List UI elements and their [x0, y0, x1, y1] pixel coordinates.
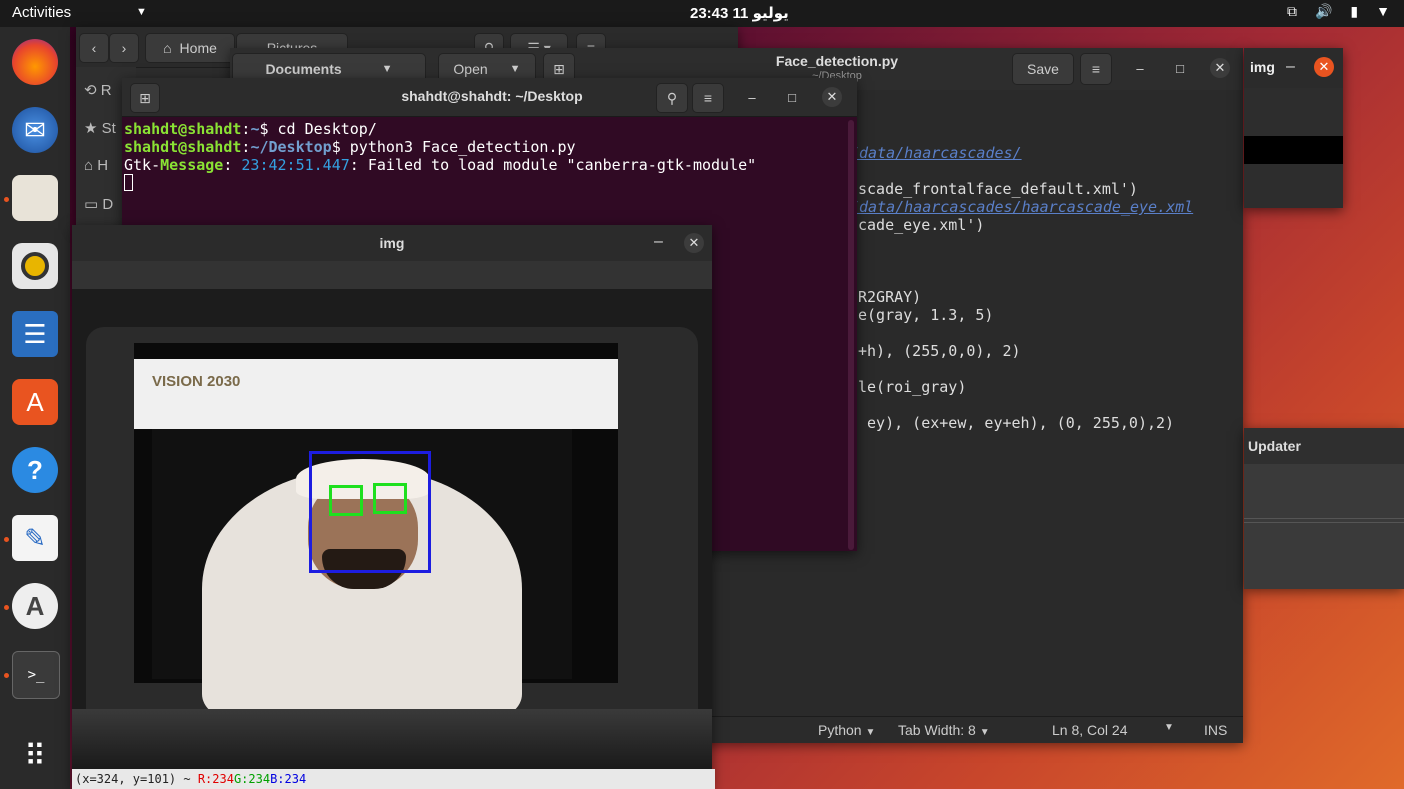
volume-icon[interactable]: 🔊	[1315, 3, 1332, 20]
img-title: img	[379, 235, 405, 251]
thunderbird-icon[interactable]: ✉	[12, 107, 58, 153]
star-icon: ★	[84, 120, 98, 137]
rhythmbox-icon[interactable]	[12, 243, 58, 289]
top-bar: Activities ▼ يوليو 11 23:43 ⧉ 🔊 ▮ ▼	[0, 0, 1404, 27]
img-small-header: img – ✕	[1244, 48, 1343, 88]
dock: ✉ ☰ A ? ✎ A >_ ⠿	[0, 27, 70, 789]
sidebar-item-recent[interactable]: ⟲ R	[84, 81, 112, 99]
terminal-line: shahdt@shahdt:~/Desktop$ python3 Face_de…	[124, 138, 576, 156]
terminal-menu-button[interactable]: ≡	[692, 83, 724, 113]
tab-width-selector[interactable]: Tab Width: 8 ▼	[898, 722, 990, 738]
vision-2030-logo: VISION 2030	[152, 373, 241, 390]
activities-button[interactable]: Activities	[12, 4, 71, 21]
minimize-button[interactable]: –	[1286, 58, 1295, 76]
img-window-small: img – ✕	[1244, 48, 1343, 208]
home-path-button[interactable]: ⌂ Home	[145, 33, 235, 63]
code-line: le(roi_gray)	[858, 378, 967, 396]
minimize-button[interactable]: –	[654, 233, 663, 251]
new-tab-button[interactable]: ⊞	[130, 83, 160, 113]
code-line: R2GRAY)	[858, 288, 922, 306]
close-button[interactable]: ✕	[822, 87, 842, 107]
pixel-info-bar: (x=324, y=101) ~ R:234G:234B:234	[72, 769, 715, 789]
battery-icon[interactable]: ▮	[1350, 3, 1358, 20]
chevron-down-icon: ▼	[381, 63, 393, 75]
updater-body	[1244, 464, 1404, 519]
code-line: ey), (ex+ew, ey+eh), (0, 255,0),2)	[858, 414, 1175, 432]
help-icon[interactable]: ?	[12, 447, 58, 493]
activities-dropdown-icon[interactable]: ▼	[136, 6, 147, 18]
clock[interactable]: يوليو 11 23:43	[690, 4, 789, 22]
insert-mode: INS	[1204, 722, 1228, 738]
eye-detection-box	[373, 483, 407, 514]
chevron-down-icon[interactable]: ▼	[1164, 722, 1174, 733]
back-button[interactable]: ‹	[79, 33, 109, 63]
network-icon[interactable]: ⧉	[1287, 3, 1297, 20]
eye-detection-box	[329, 485, 363, 516]
files-icon[interactable]	[12, 175, 58, 221]
terminal-scrollbar[interactable]	[848, 120, 854, 550]
sidebar-item-starred[interactable]: ★ St	[84, 119, 116, 137]
camera-frame[interactable]: VISION 2030	[72, 289, 712, 769]
close-button[interactable]: ✕	[1210, 58, 1230, 78]
terminal-line: shahdt@shahdt:~$ cd Desktop/	[124, 120, 377, 138]
code-line: scade_frontalface_default.xml')	[858, 180, 1138, 198]
terminal-icon[interactable]: >_	[12, 651, 60, 699]
code-line: /data/haarcascades/haarcascade_eye.xml	[850, 198, 1194, 216]
updater-body-lower	[1244, 522, 1404, 589]
updater-window: Updater	[1244, 428, 1404, 589]
home-icon: ⌂	[163, 40, 172, 56]
software-icon[interactable]: A	[12, 379, 58, 425]
forward-button[interactable]: ›	[109, 33, 139, 63]
maximize-button[interactable]: □	[782, 87, 802, 107]
webpage-banner: VISION 2030	[134, 359, 618, 429]
close-button[interactable]: ✕	[684, 233, 704, 253]
chevron-down-icon: ▼	[509, 63, 521, 75]
img-header: img – ✕	[72, 225, 712, 261]
chevron-down-icon: ▼	[865, 727, 876, 738]
close-button[interactable]: ✕	[1314, 57, 1334, 77]
home-icon: ⌂	[84, 157, 94, 174]
updater-header: Updater	[1244, 428, 1404, 464]
terminal-line: Gtk-Message: 23:42:51.447: Failed to loa…	[124, 156, 757, 174]
terminal-title: shahdt@shahdt: ~/Desktop	[401, 88, 583, 104]
terminal-cursor	[124, 174, 133, 191]
sidebar-item-home[interactable]: ⌂ H	[84, 157, 108, 174]
code-line: /data/haarcascades/	[850, 144, 1022, 162]
code-line: +h), (255,0,0), 2)	[858, 342, 1021, 360]
code-line: e(gray, 1.3, 5)	[858, 306, 994, 324]
terminal-header: ⊞ shahdt@shahdt: ~/Desktop ⚲ ≡ – □ ✕	[122, 78, 857, 117]
img-small-toolbar	[1244, 88, 1343, 136]
gedit-title: Face_detection.py	[775, 53, 899, 69]
code-line: cade_eye.xml')	[858, 216, 985, 234]
recent-icon: ⟲	[84, 82, 97, 99]
sidebar-item-desktop[interactable]: ▭ D	[84, 195, 113, 213]
language-selector[interactable]: Python ▼	[818, 722, 875, 738]
libreoffice-writer-icon[interactable]: ☰	[12, 311, 58, 357]
img-window: img – ✕ VISION 2030 (x=324, y=101) ~ R:2…	[72, 225, 715, 789]
cursor-position[interactable]: Ln 8, Col 24	[1052, 722, 1128, 738]
face-detection-box	[309, 451, 431, 573]
minimize-button[interactable]: –	[1130, 58, 1150, 78]
img-toolbar	[72, 261, 712, 289]
maximize-button[interactable]: □	[1170, 58, 1190, 78]
system-menu-icon[interactable]: ▼	[1376, 3, 1390, 20]
chevron-down-icon: ▼	[979, 727, 990, 738]
desktop-icon: ▭	[84, 196, 99, 213]
save-button[interactable]: Save	[1012, 53, 1074, 85]
minimize-button[interactable]: –	[742, 87, 762, 107]
keyboard	[72, 709, 712, 769]
img-small-image	[1244, 136, 1343, 164]
system-tray[interactable]: ⧉ 🔊 ▮ ▼	[1287, 3, 1390, 20]
show-apps-icon[interactable]: ⠿	[12, 733, 58, 779]
search-icon[interactable]: ⚲	[656, 83, 688, 113]
software-updater-icon[interactable]: A	[12, 583, 58, 629]
img-small-title: img	[1250, 59, 1275, 75]
gedit-menu-button[interactable]: ≡	[1080, 53, 1112, 85]
img-small-footer	[1244, 164, 1343, 208]
text-editor-icon[interactable]: ✎	[12, 515, 58, 561]
updater-title: Updater	[1248, 438, 1301, 454]
firefox-icon[interactable]	[12, 39, 58, 85]
